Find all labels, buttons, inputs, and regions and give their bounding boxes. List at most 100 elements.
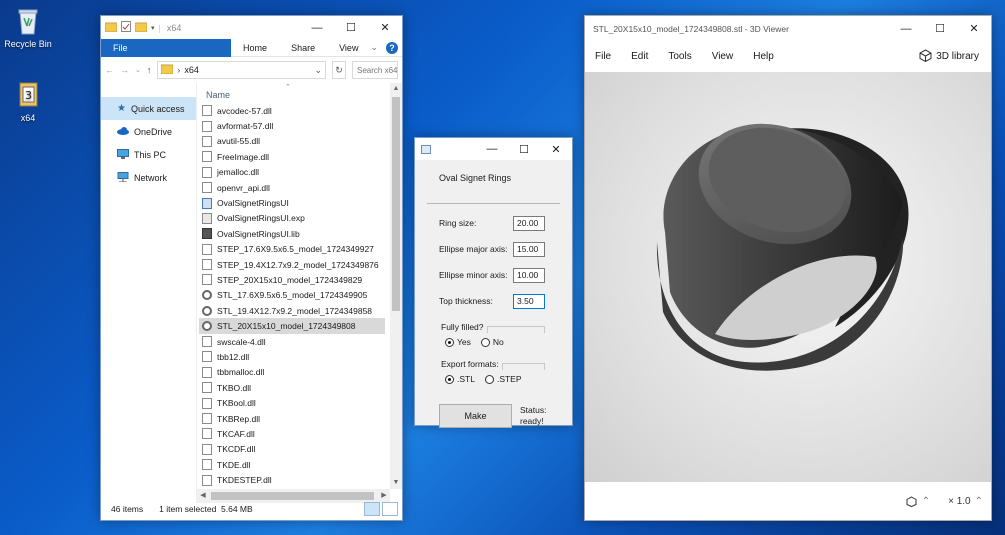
minimize-button[interactable]: —: [476, 138, 508, 160]
file-row[interactable]: openvr_api.dll: [199, 180, 385, 195]
close-button[interactable]: ✕: [957, 17, 991, 40]
file-row[interactable]: FreeImage.dll: [199, 149, 385, 164]
dll-file-icon: [202, 428, 212, 440]
customize-qa-chevron-icon[interactable]: ▾: [151, 24, 155, 32]
file-row[interactable]: STL_19.4X12.7x9.2_model_1724349858: [199, 303, 385, 318]
file-row[interactable]: avformat-57.dll: [199, 118, 385, 133]
file-row[interactable]: OvalSignetRingsUI: [199, 195, 385, 210]
filled-yes-radio[interactable]: Yes: [445, 337, 471, 347]
large-icons-view-button[interactable]: [382, 502, 398, 516]
view-mode-button[interactable]: ⌃: [905, 496, 930, 507]
file-row[interactable]: TKCAF.dll: [199, 426, 385, 441]
status-label: Status:: [520, 405, 547, 415]
file-row[interactable]: jemalloc.dll: [199, 165, 385, 180]
maximize-button[interactable]: ☐: [508, 138, 540, 160]
dll-file-icon: [202, 443, 212, 455]
file-row[interactable]: STEP_17.6X9.5x6.5_model_1724349927: [199, 242, 385, 257]
file-name: OvalSignetRingsUI: [217, 198, 289, 209]
menu-view[interactable]: View: [712, 51, 734, 62]
file-row[interactable]: swscale-4.dll: [199, 334, 385, 349]
dll-file-icon: [202, 135, 212, 147]
menu-tools[interactable]: Tools: [668, 51, 691, 62]
file-row[interactable]: STEP_19.4X12.7x9.2_model_1724349876: [199, 257, 385, 272]
properties-icon[interactable]: [121, 21, 131, 34]
menu-edit[interactable]: Edit: [631, 51, 648, 62]
nav-item-onedrive[interactable]: OneDrive: [101, 120, 196, 143]
tab-share[interactable]: Share: [279, 39, 327, 57]
export-stl-radio[interactable]: .STL: [445, 374, 475, 384]
address-dropdown-chevron-icon[interactable]: ⌄: [314, 65, 322, 76]
new-folder-icon[interactable]: [134, 22, 148, 34]
scroll-down-arrow-icon[interactable]: ▼: [390, 477, 402, 489]
details-view-button[interactable]: [364, 502, 380, 516]
cloud-icon: [117, 126, 129, 137]
nav-item-quick-access[interactable]: ★ Quick access: [101, 97, 196, 120]
file-name: STL_17.6X9.5x6.5_model_1724349905: [217, 290, 368, 301]
help-icon[interactable]: ?: [386, 41, 398, 54]
vertical-scrollbar[interactable]: ▲ ▼: [390, 83, 402, 489]
file-name: tbbmalloc.dll: [217, 367, 265, 378]
maximize-button[interactable]: ☐: [923, 17, 957, 40]
scroll-up-arrow-icon[interactable]: ▲: [390, 83, 402, 95]
tab-file[interactable]: File: [101, 38, 232, 57]
file-row[interactable]: TKCDF.dll: [199, 442, 385, 457]
refresh-icon[interactable]: ↻: [332, 61, 346, 79]
3d-viewport[interactable]: [585, 72, 991, 482]
make-button[interactable]: Make: [439, 404, 512, 428]
3d-viewer-window: STL_20X15x10_model_1724349808.stl - 3D V…: [584, 15, 992, 521]
ring-size-label: Ring size:: [439, 218, 477, 228]
3d-library-button[interactable]: 3D library: [919, 48, 991, 65]
file-row[interactable]: tbbmalloc.dll: [199, 365, 385, 380]
minimize-button[interactable]: —: [300, 16, 334, 39]
breadcrumb[interactable]: x64: [184, 65, 199, 75]
nav-item-network[interactable]: Network: [101, 166, 196, 189]
explorer-status-bar: 46 items 1 item selected 5.64 MB: [101, 498, 402, 520]
menu-help[interactable]: Help: [753, 51, 774, 62]
file-row[interactable]: STL_17.6X9.5x6.5_model_1724349905: [199, 288, 385, 303]
file-row[interactable]: OvalSignetRingsUI.exp: [199, 211, 385, 226]
file-row[interactable]: OvalSignetRingsUI.lib: [199, 226, 385, 241]
minor-axis-input[interactable]: 10.00: [513, 267, 545, 283]
desktop-icon-x64[interactable]: 3 x64: [0, 80, 56, 123]
tab-view[interactable]: View: [327, 39, 370, 57]
file-row[interactable]: STEP_20X15x10_model_1724349829: [199, 272, 385, 287]
file-row[interactable]: TKDE.dll: [199, 457, 385, 472]
file-row[interactable]: TKDESTEP.dll: [199, 472, 385, 487]
expand-ribbon-chevron-icon[interactable]: ⌄: [370, 42, 378, 53]
column-header-name[interactable]: ⌃ Name: [197, 83, 402, 103]
ring-size-input[interactable]: 20.00: [513, 215, 545, 231]
file-row[interactable]: tbb12.dll: [199, 349, 385, 364]
dll-file-icon: [202, 413, 212, 424]
nav-item-this-pc[interactable]: This PC: [101, 143, 196, 166]
file-row[interactable]: TKBool.dll: [199, 395, 385, 410]
file-row[interactable]: TKBO.dll: [199, 380, 385, 395]
file-row[interactable]: STL_20X15x10_model_1724349808: [199, 318, 385, 334]
back-arrow-icon[interactable]: ←: [105, 65, 114, 75]
file-row[interactable]: TKBRep.dll: [199, 411, 385, 426]
file-row[interactable]: avutil-55.dll: [199, 134, 385, 149]
export-step-radio[interactable]: .STEP: [484, 374, 522, 384]
up-arrow-icon[interactable]: ↑: [147, 65, 152, 75]
dll-file-icon: [202, 105, 212, 117]
fully-filled-label: Fully filled?: [441, 321, 484, 332]
close-button[interactable]: ✕: [368, 16, 402, 39]
svg-text:3: 3: [25, 89, 32, 102]
recent-locations-chevron-icon[interactable]: ⌄: [135, 66, 141, 74]
major-axis-input[interactable]: 15.00: [513, 241, 545, 257]
search-input[interactable]: Search x64: [352, 61, 398, 79]
signet-ring-model: [656, 123, 909, 371]
desktop-icon-recycle-bin[interactable]: Recycle Bin: [0, 6, 56, 49]
top-thickness-input[interactable]: 3.50: [513, 293, 545, 309]
file-row[interactable]: avcodec-57.dll: [199, 103, 385, 118]
tab-home[interactable]: Home: [231, 39, 279, 57]
filled-no-radio[interactable]: No: [480, 337, 504, 347]
close-button[interactable]: ✕: [540, 138, 572, 160]
zoom-control[interactable]: × 1.0 ⌃: [948, 496, 983, 507]
forward-arrow-icon[interactable]: →: [120, 65, 129, 75]
scroll-thumb[interactable]: [392, 97, 400, 311]
maximize-button[interactable]: ☐: [334, 16, 368, 39]
address-bar[interactable]: › x64 ⌄: [157, 61, 326, 79]
ring-size-row: Ring size: 20.00: [415, 210, 572, 236]
menu-file[interactable]: File: [595, 51, 611, 62]
minimize-button[interactable]: —: [889, 17, 923, 40]
